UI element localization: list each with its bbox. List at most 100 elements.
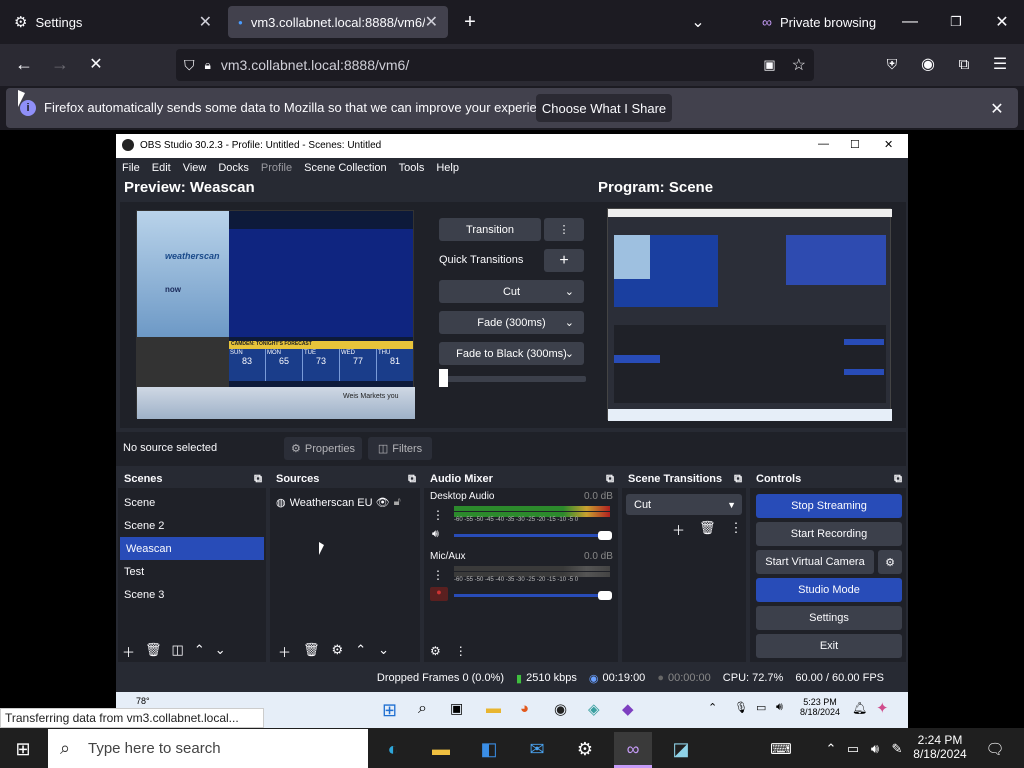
add-scene-plus-icon[interactable]: ＋ (122, 642, 135, 661)
reader-mode-icon[interactable]: ▣ (763, 57, 775, 73)
preview-canvas[interactable]: weatherscan now CAMDEN: TONIGHT'S FORECA… (136, 210, 415, 419)
undock-icon[interactable]: ⧉ (734, 473, 742, 486)
stop-streaming-button[interactable]: Stop Streaming (756, 494, 902, 518)
volume-slider-handle[interactable] (598, 591, 612, 600)
remote-start-icon[interactable]: ⊞ (382, 700, 397, 721)
taskbar-search-box[interactable]: ⌕ Type here to search (48, 729, 368, 768)
microsoft-store-icon[interactable]: ◧ (470, 732, 508, 766)
taskbar-clock[interactable]: 2:24 PM 8/18/2024 (908, 733, 972, 765)
choose-what-i-share-button[interactable]: Choose What I Share (536, 94, 672, 122)
scene-item[interactable]: Scene 2 (118, 514, 266, 537)
transition-button[interactable]: Transition (439, 218, 541, 241)
speaker-icon[interactable]: 🔊︎ (432, 528, 439, 541)
remote-visual-studio-icon[interactable]: ◆ (622, 700, 634, 718)
move-up-chevron-icon[interactable]: ⌃ (194, 642, 205, 661)
move-up-chevron-icon[interactable]: ⌃ (355, 642, 366, 661)
close-icon[interactable]: ✕ (199, 12, 212, 32)
forward-arrow-icon[interactable]: → (46, 50, 74, 78)
volume-slider[interactable] (454, 534, 610, 537)
remote-network-icon[interactable]: ▭ (756, 701, 766, 714)
undock-icon[interactable]: ⧉ (408, 473, 416, 486)
menu-tools[interactable]: Tools (399, 162, 425, 174)
remote-task-view-icon[interactable]: ▣ (450, 700, 463, 717)
tab-vm[interactable]: ● vm3.collabnet.local:8888/vm6/ ✕ (228, 6, 448, 38)
volume-slider-handle[interactable] (598, 531, 612, 540)
menu-view[interactable]: View (183, 162, 207, 174)
notification-center-icon[interactable]: 🗨︎ (976, 732, 1014, 766)
obs-close-icon[interactable]: ✕ (884, 138, 893, 151)
scene-filters-icon[interactable]: ◫ (172, 642, 184, 661)
visibility-eye-icon[interactable]: 👁︎ (376, 496, 390, 509)
exit-button[interactable]: Exit (756, 634, 902, 658)
menu-docks[interactable]: Docks (218, 162, 249, 174)
remote-volume-icon[interactable]: 🔊︎ (776, 701, 783, 714)
undock-icon[interactable]: ⧉ (894, 473, 902, 486)
firefox-private-icon[interactable]: ∞ (614, 732, 652, 766)
remote-obs-icon[interactable]: ◉ (554, 700, 567, 718)
list-tabs-chevron-down-icon[interactable]: ⌄ (684, 8, 712, 36)
menu-scene-collection[interactable]: Scene Collection (304, 162, 387, 174)
properties-button[interactable]: ⚙ Properties (284, 437, 362, 460)
back-arrow-icon[interactable]: ← (10, 50, 38, 78)
t-bar-slider[interactable] (440, 376, 586, 382)
lock-icon[interactable]: 🔒︎ (205, 58, 211, 73)
menu-file[interactable]: File (122, 162, 140, 174)
remote-copilot-icon[interactable]: ✦ (876, 699, 889, 717)
minimize-icon[interactable]: — (896, 8, 924, 36)
studio-mode-button[interactable]: Studio Mode (756, 578, 902, 602)
remove-transition-trash-icon[interactable]: 🗑︎ (699, 520, 716, 539)
settings-gear-icon[interactable]: ⚙ (566, 732, 604, 766)
quick-transition-cut[interactable]: Cut ⌄ (439, 280, 584, 303)
add-quick-transition-plus-icon[interactable]: + (544, 249, 584, 272)
remote-tray-chevron-icon[interactable]: ⌃ (708, 701, 717, 714)
remove-source-trash-icon[interactable]: 🗑︎ (303, 642, 320, 661)
virtual-camera-gear-icon[interactable]: ⚙ (878, 550, 902, 574)
undock-icon[interactable]: ⧉ (606, 473, 614, 486)
window-close-icon[interactable]: ✕ (988, 8, 1016, 36)
filters-button[interactable]: ◫ Filters (368, 437, 432, 460)
start-virtual-camera-button[interactable]: Start Virtual Camera (756, 550, 874, 574)
scene-item[interactable]: Scene (118, 491, 266, 514)
volume-slider[interactable] (454, 594, 610, 597)
pocket-icon[interactable]: ⛨ (878, 50, 906, 78)
remote-search-icon[interactable]: ⌕ (418, 700, 427, 718)
unlock-icon[interactable]: 🔓︎ (394, 496, 401, 509)
scene-item[interactable]: Scene 3 (118, 583, 266, 606)
stop-loading-icon[interactable]: ✕ (82, 50, 110, 78)
windows-start-icon[interactable]: ⊞ (4, 732, 42, 766)
remote-notification-bell-icon[interactable]: 🔔︎ (852, 701, 867, 715)
account-icon[interactable]: ◉ (914, 50, 942, 78)
transition-select[interactable]: Cut ▼ (626, 494, 742, 515)
quick-transition-fade-to-black[interactable]: Fade to Black (300ms) ⌄ (439, 342, 584, 365)
bookmark-star-icon[interactable]: ☆ (792, 55, 806, 75)
close-icon[interactable]: ✕ (425, 12, 438, 32)
source-item[interactable]: ◍ Weatherscan EUN 👁︎ 🔓︎ (270, 491, 420, 514)
move-down-chevron-icon[interactable]: ⌄ (378, 642, 389, 661)
source-properties-gear-icon[interactable]: ⚙ (332, 642, 344, 661)
tab-settings[interactable]: ⚙ Settings ✕ (4, 6, 222, 38)
undock-icon[interactable]: ⧉ (254, 473, 262, 486)
move-down-chevron-icon[interactable]: ⌄ (215, 642, 226, 661)
menu-profile[interactable]: Profile (261, 162, 292, 174)
restore-icon[interactable]: ❐ (942, 8, 970, 36)
add-transition-plus-icon[interactable]: ＋ (672, 520, 685, 539)
menu-edit[interactable]: Edit (152, 162, 171, 174)
remote-file-explorer-icon[interactable]: ▬ (486, 700, 501, 717)
channel-menu-icon[interactable]: ⋮ (432, 508, 444, 522)
t-bar-handle[interactable] (439, 369, 448, 387)
remote-app-icon[interactable]: ◈ (588, 700, 600, 718)
edge-icon[interactable]: ◐ (374, 732, 412, 766)
remote-clock[interactable]: 5:23 PM 8/18/2024 (800, 697, 840, 717)
remote-mic-icon[interactable]: 🎙︎ (734, 701, 748, 714)
channel-menu-icon[interactable]: ⋮ (432, 568, 444, 582)
start-recording-button[interactable]: Start Recording (756, 522, 902, 546)
remote-firefox-icon[interactable]: ◕ (520, 700, 529, 717)
url-bar[interactable]: ⛉ 🔒︎ vm3.collabnet.local:8888/vm6/ ▣ ☆ (176, 49, 814, 81)
url-text[interactable]: vm3.collabnet.local:8888/vm6/ (221, 57, 409, 73)
obs-maximize-icon[interactable]: ☐ (850, 138, 860, 151)
menu-hamburger-icon[interactable]: ☰ (986, 50, 1014, 78)
close-notification-icon[interactable]: ✕ (984, 96, 1010, 122)
quick-transition-fade[interactable]: Fade (300ms) ⌄ (439, 311, 584, 334)
transition-menu-icon[interactable]: ⋮ (730, 520, 743, 539)
file-explorer-icon[interactable]: ▬ (422, 732, 460, 766)
